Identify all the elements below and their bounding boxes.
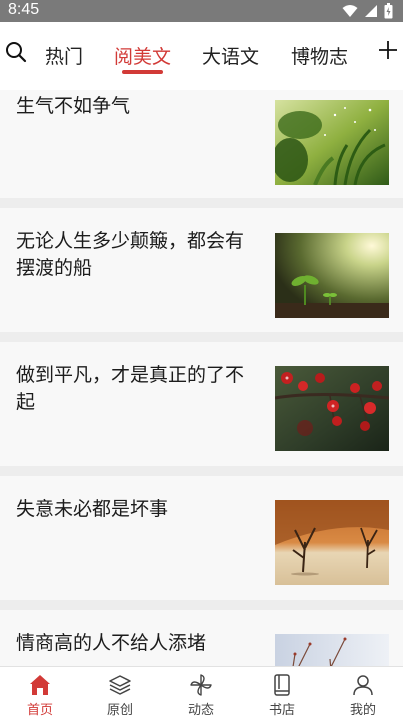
nav-profile-label: 我的 <box>349 703 376 718</box>
layers-icon <box>109 675 131 695</box>
red-berries-branch-photo <box>275 366 389 451</box>
desert-dead-trees-photo <box>275 500 389 585</box>
pinwheel-icon <box>190 674 212 696</box>
bottom-nav: 首页 原创 动态 书店 我的 <box>0 666 403 722</box>
tab-natural-history[interactable]: 博物志 <box>291 42 348 69</box>
snowy-branches-photo <box>275 634 389 666</box>
article-card[interactable]: 生气不如争气 <box>0 90 403 198</box>
status-time: 8:45 <box>8 1 40 18</box>
book-icon <box>274 674 290 696</box>
nav-home[interactable]: 首页 <box>0 667 80 722</box>
article-card[interactable]: 无论人生多少颠簸，都会有摆渡的船 <box>0 208 403 332</box>
plus-icon[interactable] <box>376 38 400 62</box>
active-tab-indicator <box>122 70 163 74</box>
top-nav: 热门 阅美文 大语文 博物志 <box>0 22 403 90</box>
article-feed[interactable]: 生气不如争气 无论人生多少颠簸，都会有摆渡的船 做到平凡，才是真正的了不起 失意… <box>0 90 403 666</box>
article-card[interactable]: 情商高的人不给人添堵 <box>0 610 403 666</box>
article-title: 做到平凡，才是真正的了不起 <box>16 364 245 413</box>
article-title: 情商高的人不给人添堵 <box>16 632 207 654</box>
nav-original-label: 原创 <box>106 703 133 718</box>
nav-activity[interactable]: 动态 <box>161 667 241 722</box>
tab-chinese-language[interactable]: 大语文 <box>202 42 259 69</box>
profile-icon <box>353 675 373 696</box>
article-title: 失意未必都是坏事 <box>16 498 169 520</box>
home-icon <box>30 675 50 695</box>
wifi-icon <box>342 5 358 17</box>
article-card[interactable]: 失意未必都是坏事 <box>0 476 403 600</box>
tab-beautiful-articles[interactable]: 阅美文 <box>114 42 171 69</box>
battery-icon <box>384 3 393 19</box>
signal-icon <box>365 5 377 17</box>
nav-bookstore[interactable]: 书店 <box>242 667 322 722</box>
article-title: 生气不如争气 <box>16 95 131 117</box>
nav-activity-label: 动态 <box>187 703 214 718</box>
tab-hot[interactable]: 热门 <box>45 42 83 69</box>
status-bar: 8:45 <box>0 0 403 22</box>
seedling-sunlight-photo <box>275 233 389 318</box>
green-plants-rain-photo <box>275 100 389 185</box>
nav-home-label: 首页 <box>26 703 53 718</box>
nav-original[interactable]: 原创 <box>80 667 160 722</box>
nav-bookstore-label: 书店 <box>268 703 295 718</box>
article-title: 无论人生多少颠簸，都会有摆渡的船 <box>16 230 245 279</box>
status-icons <box>342 3 393 19</box>
article-card[interactable]: 做到平凡，才是真正的了不起 <box>0 342 403 466</box>
search-icon[interactable] <box>4 40 28 64</box>
nav-profile[interactable]: 我的 <box>323 667 403 722</box>
